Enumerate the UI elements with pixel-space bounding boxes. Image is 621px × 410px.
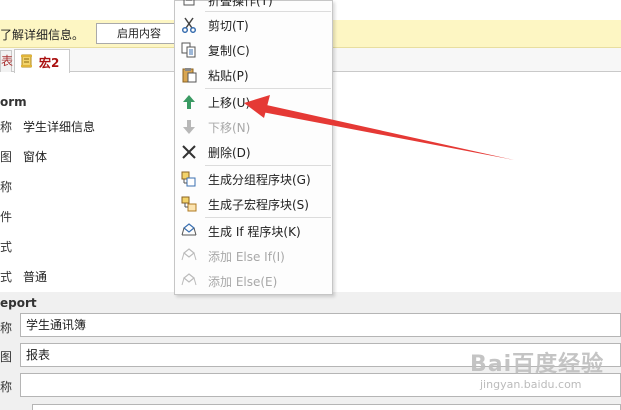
delete-x-icon bbox=[182, 145, 196, 159]
paste-icon bbox=[182, 68, 197, 83]
macro-scroll-icon bbox=[21, 54, 32, 68]
menu-item-label: 粘贴(P) bbox=[208, 69, 249, 83]
menu-separator bbox=[205, 11, 331, 12]
submacro-block-icon bbox=[181, 196, 197, 212]
form-row-label: 称 bbox=[0, 180, 13, 194]
report-where-field[interactable] bbox=[32, 404, 621, 410]
form-row-label: 称 bbox=[0, 120, 13, 134]
context-menu: 折叠操作(T) 剪切(T) 复制(C) 粘贴(P) 上移(U) 下移(N) 删除… bbox=[174, 0, 333, 295]
report-section-header: eport bbox=[0, 296, 37, 310]
form-row-label: 式 bbox=[0, 240, 13, 254]
form-row-label: 件 bbox=[0, 210, 13, 224]
menu-item-label: 剪切(T) bbox=[208, 19, 249, 33]
tab-macro2[interactable]: 宏2 bbox=[14, 49, 70, 73]
report-row-label: 称 bbox=[0, 380, 13, 394]
arrow-down-icon bbox=[183, 120, 195, 134]
else-icon bbox=[181, 273, 197, 286]
form-row-label: 式 bbox=[0, 270, 13, 284]
menu-item-label: 生成 If 程序块(K) bbox=[208, 225, 301, 239]
menu-item-add-else-if[interactable]: 添加 Else If(I) bbox=[176, 244, 332, 268]
menu-item-move-down[interactable]: 下移(N) bbox=[176, 115, 332, 139]
copy-icon bbox=[181, 42, 196, 58]
tab-macro2-label: 宏2 bbox=[39, 56, 60, 70]
menu-item-make-group-block[interactable]: 生成分组程序块(G) bbox=[176, 167, 332, 191]
menu-item-label: 生成子宏程序块(S) bbox=[208, 198, 309, 212]
menu-item-label: 上移(U) bbox=[208, 96, 251, 110]
menu-item-label: 添加 Else(E) bbox=[208, 275, 278, 289]
watermark-site: jingyan.baidu.com bbox=[480, 378, 582, 391]
menu-item-delete[interactable]: 删除(D) bbox=[176, 140, 332, 164]
form-row-value[interactable]: 学生详细信息 bbox=[23, 118, 95, 135]
baidu-watermark: Bai百度经验 jingyan.baidu.com bbox=[470, 344, 620, 404]
form-section-header: orm bbox=[0, 95, 27, 109]
report-name-field[interactable]: 学生通讯簿 bbox=[20, 313, 621, 337]
menu-separator bbox=[205, 217, 331, 218]
menu-item-label: 删除(D) bbox=[208, 146, 251, 160]
menu-item-add-else[interactable]: 添加 Else(E) bbox=[176, 269, 332, 293]
form-row-value[interactable]: 窗体 bbox=[23, 148, 47, 165]
menu-item-label: 下移(N) bbox=[208, 121, 251, 135]
if-block-icon bbox=[181, 223, 197, 236]
menu-item-cut[interactable]: 剪切(T) bbox=[176, 13, 332, 37]
group-block-icon bbox=[181, 171, 196, 187]
menu-item-paste[interactable]: 粘贴(P) bbox=[176, 63, 332, 87]
report-row-label: 图 bbox=[0, 350, 13, 364]
report-row-label: 称 bbox=[0, 321, 13, 335]
menu-item-label: 折叠操作(T) bbox=[208, 0, 273, 8]
collapse-icon bbox=[183, 0, 195, 6]
message-text: 了解详细信息。 bbox=[0, 28, 85, 42]
form-row-label: 图 bbox=[0, 150, 13, 164]
tab-table[interactable]: 表 bbox=[0, 50, 13, 72]
watermark-brand: Bai百度经验 bbox=[470, 352, 605, 377]
menu-item-label: 添加 Else If(I) bbox=[208, 250, 285, 264]
menu-separator bbox=[205, 165, 331, 166]
menu-item-make-if-block[interactable]: 生成 If 程序块(K) bbox=[176, 219, 332, 243]
menu-item-make-submacro-block[interactable]: 生成子宏程序块(S) bbox=[176, 192, 332, 216]
menu-item-label: 复制(C) bbox=[208, 44, 250, 58]
arrow-up-icon bbox=[183, 95, 195, 109]
menu-item-label: 生成分组程序块(G) bbox=[208, 173, 311, 187]
else-if-icon bbox=[181, 248, 197, 261]
scissors-icon bbox=[181, 17, 197, 33]
menu-item-move-up[interactable]: 上移(U) bbox=[176, 90, 332, 114]
menu-separator bbox=[205, 88, 331, 89]
form-row-value[interactable]: 普通 bbox=[23, 268, 47, 285]
enable-content-button[interactable]: 启用内容 bbox=[96, 23, 182, 44]
menu-item-copy[interactable]: 复制(C) bbox=[176, 38, 332, 62]
